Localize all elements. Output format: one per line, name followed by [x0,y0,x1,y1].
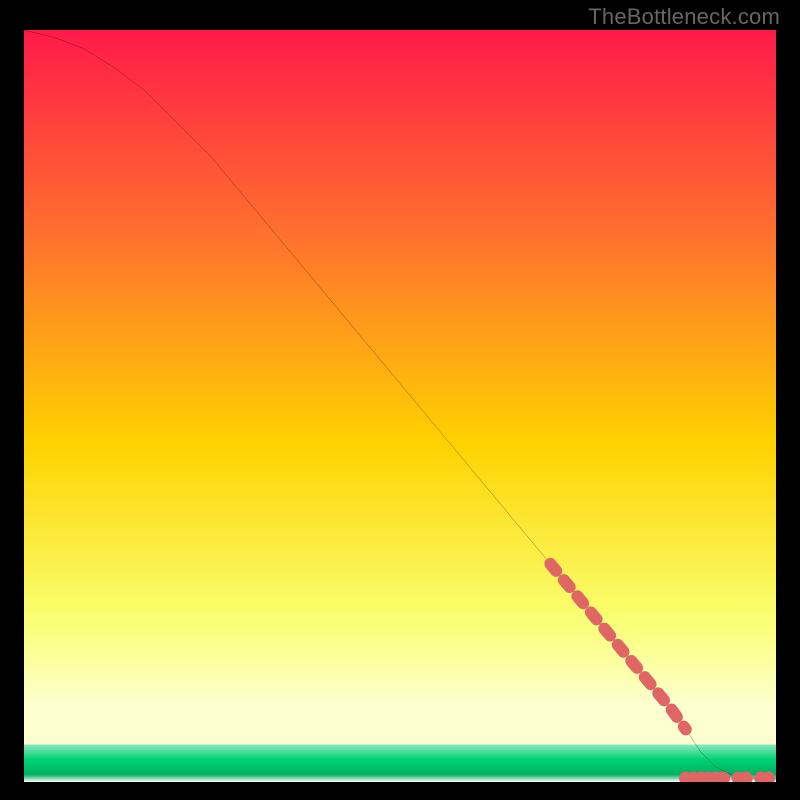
chart-stage: TheBottleneck.com [0,0,800,800]
attribution-label: TheBottleneck.com [588,4,780,30]
plot-area [24,30,776,782]
gradient-background [24,30,776,782]
baseline-dots [679,771,775,782]
chart-svg [24,30,776,782]
